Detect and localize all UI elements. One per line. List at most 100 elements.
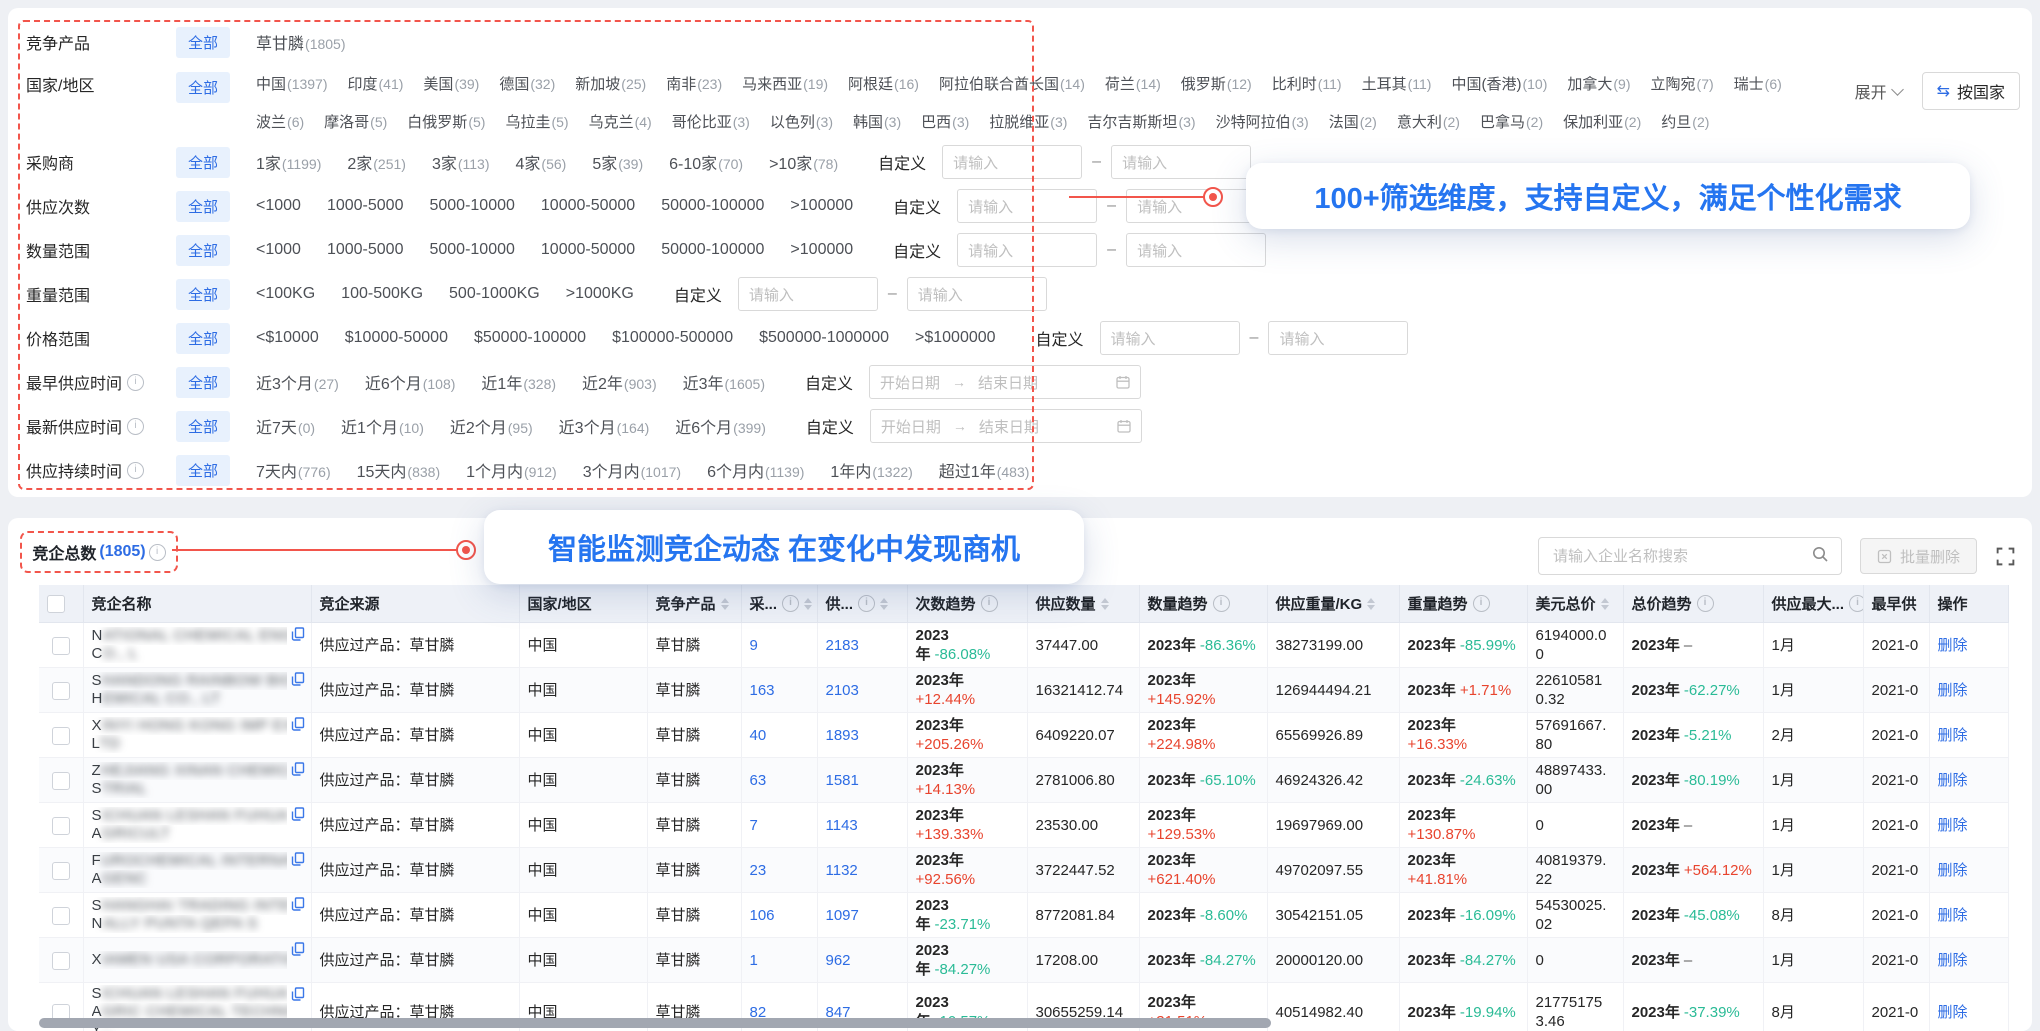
filter-option[interactable]: 近3个月(27) bbox=[256, 370, 339, 394]
filter-option[interactable]: $50000-100000 bbox=[474, 329, 586, 347]
filter-option[interactable]: 巴拿马(2) bbox=[1480, 111, 1543, 132]
filter-option[interactable]: 近7天(0) bbox=[256, 414, 315, 438]
filter-option[interactable]: 马来西亚(19) bbox=[742, 73, 828, 94]
col-header-7[interactable]: 供应数量 bbox=[1027, 585, 1139, 623]
filter-option[interactable]: 近1年(328) bbox=[481, 370, 556, 394]
range-input[interactable]: 请输入 bbox=[907, 277, 1047, 311]
filter-option[interactable]: 4家(56) bbox=[516, 150, 567, 174]
range-input[interactable]: 请输入 bbox=[957, 233, 1097, 267]
filter-option[interactable]: 近1个月(10) bbox=[341, 414, 424, 438]
filter-all-chip[interactable]: 全部 bbox=[176, 279, 230, 310]
sort-carets[interactable] bbox=[804, 598, 812, 610]
row-checkbox[interactable] bbox=[52, 727, 70, 745]
filter-option[interactable]: $100000-500000 bbox=[612, 329, 733, 347]
filter-all-chip[interactable]: 全部 bbox=[176, 147, 230, 178]
copy-icon[interactable] bbox=[291, 942, 305, 961]
filter-option[interactable]: 印度(41) bbox=[348, 73, 404, 94]
filter-option[interactable]: 5000-10000 bbox=[429, 241, 514, 259]
filter-option[interactable]: >100000 bbox=[790, 241, 853, 259]
fullscreen-icon[interactable] bbox=[1995, 546, 2016, 567]
filter-option[interactable]: 沙特阿拉伯(3) bbox=[1216, 111, 1309, 132]
filter-all-chip[interactable]: 全部 bbox=[176, 235, 230, 266]
filter-option[interactable]: 乌拉圭(5) bbox=[505, 111, 568, 132]
filter-option[interactable]: 哥伦比亚(3) bbox=[672, 111, 750, 132]
filter-option[interactable]: 5000-10000 bbox=[429, 197, 514, 215]
by-country-button[interactable]: ⇆ 按国家 bbox=[1922, 72, 2020, 110]
buyers-link[interactable]: 63 bbox=[750, 772, 767, 789]
delete-link[interactable]: 删除 bbox=[1938, 727, 1968, 744]
buyers-link[interactable]: 40 bbox=[750, 727, 767, 744]
filter-option[interactable]: 1个月内(912) bbox=[466, 458, 557, 482]
delete-link[interactable]: 删除 bbox=[1938, 907, 1968, 924]
custom-option[interactable]: 自定义 bbox=[1036, 326, 1084, 350]
sort-carets[interactable] bbox=[1101, 598, 1109, 610]
range-input[interactable]: 请输入 bbox=[1111, 145, 1251, 179]
filter-option[interactable]: 瑞士(6) bbox=[1734, 73, 1782, 94]
filter-option[interactable]: 1家(1199) bbox=[256, 150, 321, 174]
filter-option[interactable]: 超过1年(483) bbox=[939, 458, 1030, 482]
custom-option[interactable]: 自定义 bbox=[806, 414, 854, 438]
filter-option[interactable]: 2家(251) bbox=[347, 150, 406, 174]
buyers-link[interactable]: 106 bbox=[750, 907, 775, 924]
filter-option[interactable]: 近3个月(164) bbox=[559, 414, 650, 438]
filter-option[interactable]: 土耳其(11) bbox=[1362, 73, 1432, 94]
filter-option[interactable]: >$1000000 bbox=[915, 329, 996, 347]
copy-icon[interactable] bbox=[291, 897, 305, 916]
filter-option[interactable]: 50000-100000 bbox=[661, 241, 764, 259]
filter-option[interactable]: <100KG bbox=[256, 285, 315, 303]
supplies-link[interactable]: 1097 bbox=[826, 907, 859, 924]
row-checkbox[interactable] bbox=[52, 682, 70, 700]
copy-icon[interactable] bbox=[291, 627, 305, 646]
filter-option[interactable]: 韩国(3) bbox=[853, 111, 901, 132]
filter-option[interactable]: 近6个月(399) bbox=[675, 414, 766, 438]
row-checkbox[interactable] bbox=[52, 862, 70, 880]
filter-option[interactable]: 阿拉伯联合酋长国(14) bbox=[939, 73, 1085, 94]
custom-option[interactable]: 自定义 bbox=[674, 282, 722, 306]
filter-all-chip[interactable]: 全部 bbox=[176, 455, 230, 486]
filter-option[interactable]: 巴西(3) bbox=[921, 111, 969, 132]
filter-option[interactable]: 荷兰(14) bbox=[1105, 73, 1161, 94]
filter-option[interactable]: 近2个月(95) bbox=[450, 414, 533, 438]
range-input[interactable]: 请输入 bbox=[942, 145, 1082, 179]
custom-option[interactable]: 自定义 bbox=[805, 370, 853, 394]
filter-option[interactable]: 15天内(838) bbox=[357, 458, 441, 482]
range-input[interactable]: 请输入 bbox=[1100, 321, 1240, 355]
supplies-link[interactable]: 1143 bbox=[826, 817, 858, 834]
row-checkbox[interactable] bbox=[52, 907, 70, 925]
search-icon[interactable] bbox=[1811, 545, 1829, 568]
filter-option[interactable]: 拉脱维亚(3) bbox=[989, 111, 1067, 132]
date-range-input[interactable]: 开始日期→结束日期 bbox=[870, 409, 1142, 443]
filter-option[interactable]: 3个月内(1017) bbox=[583, 458, 681, 482]
batch-delete-button[interactable]: 批量删除 bbox=[1860, 538, 1977, 574]
row-checkbox[interactable] bbox=[52, 952, 70, 970]
sort-carets[interactable] bbox=[1367, 598, 1375, 610]
company-search-box[interactable] bbox=[1538, 537, 1842, 575]
filter-option[interactable]: 美国(39) bbox=[423, 73, 479, 94]
range-input[interactable]: 请输入 bbox=[1126, 233, 1266, 267]
sort-carets[interactable] bbox=[880, 598, 888, 610]
filter-option[interactable]: 1年内(1322) bbox=[830, 458, 912, 482]
buyers-link[interactable]: 9 bbox=[750, 637, 758, 654]
sort-carets[interactable] bbox=[721, 598, 729, 610]
filter-option[interactable]: 6个月内(1139) bbox=[707, 458, 804, 482]
filter-option[interactable]: 波兰(6) bbox=[256, 111, 304, 132]
row-checkbox[interactable] bbox=[52, 772, 70, 790]
filter-option[interactable]: 以色列(3) bbox=[770, 111, 833, 132]
filter-option[interactable]: 比利时(11) bbox=[1272, 73, 1342, 94]
filter-option[interactable]: 10000-50000 bbox=[541, 197, 635, 215]
filter-option[interactable]: 100-500KG bbox=[341, 285, 423, 303]
filter-all-chip[interactable]: 全部 bbox=[176, 27, 230, 58]
copy-icon[interactable] bbox=[291, 672, 305, 691]
filter-option[interactable]: 德国(32) bbox=[499, 73, 555, 94]
filter-option[interactable]: 5家(39) bbox=[592, 150, 643, 174]
filter-option[interactable]: 意大利(2) bbox=[1397, 111, 1460, 132]
col-header-5[interactable]: 供...i bbox=[817, 585, 907, 623]
copy-icon[interactable] bbox=[291, 852, 305, 871]
supplies-link[interactable]: 1581 bbox=[826, 772, 859, 789]
range-input[interactable]: 请输入 bbox=[957, 189, 1097, 223]
supplies-link[interactable]: 2183 bbox=[826, 637, 859, 654]
delete-link[interactable]: 删除 bbox=[1938, 682, 1968, 699]
filter-option[interactable]: 近6个月(108) bbox=[365, 370, 456, 394]
expand-link[interactable]: 展开 bbox=[1855, 79, 1902, 103]
delete-link[interactable]: 删除 bbox=[1938, 862, 1968, 879]
